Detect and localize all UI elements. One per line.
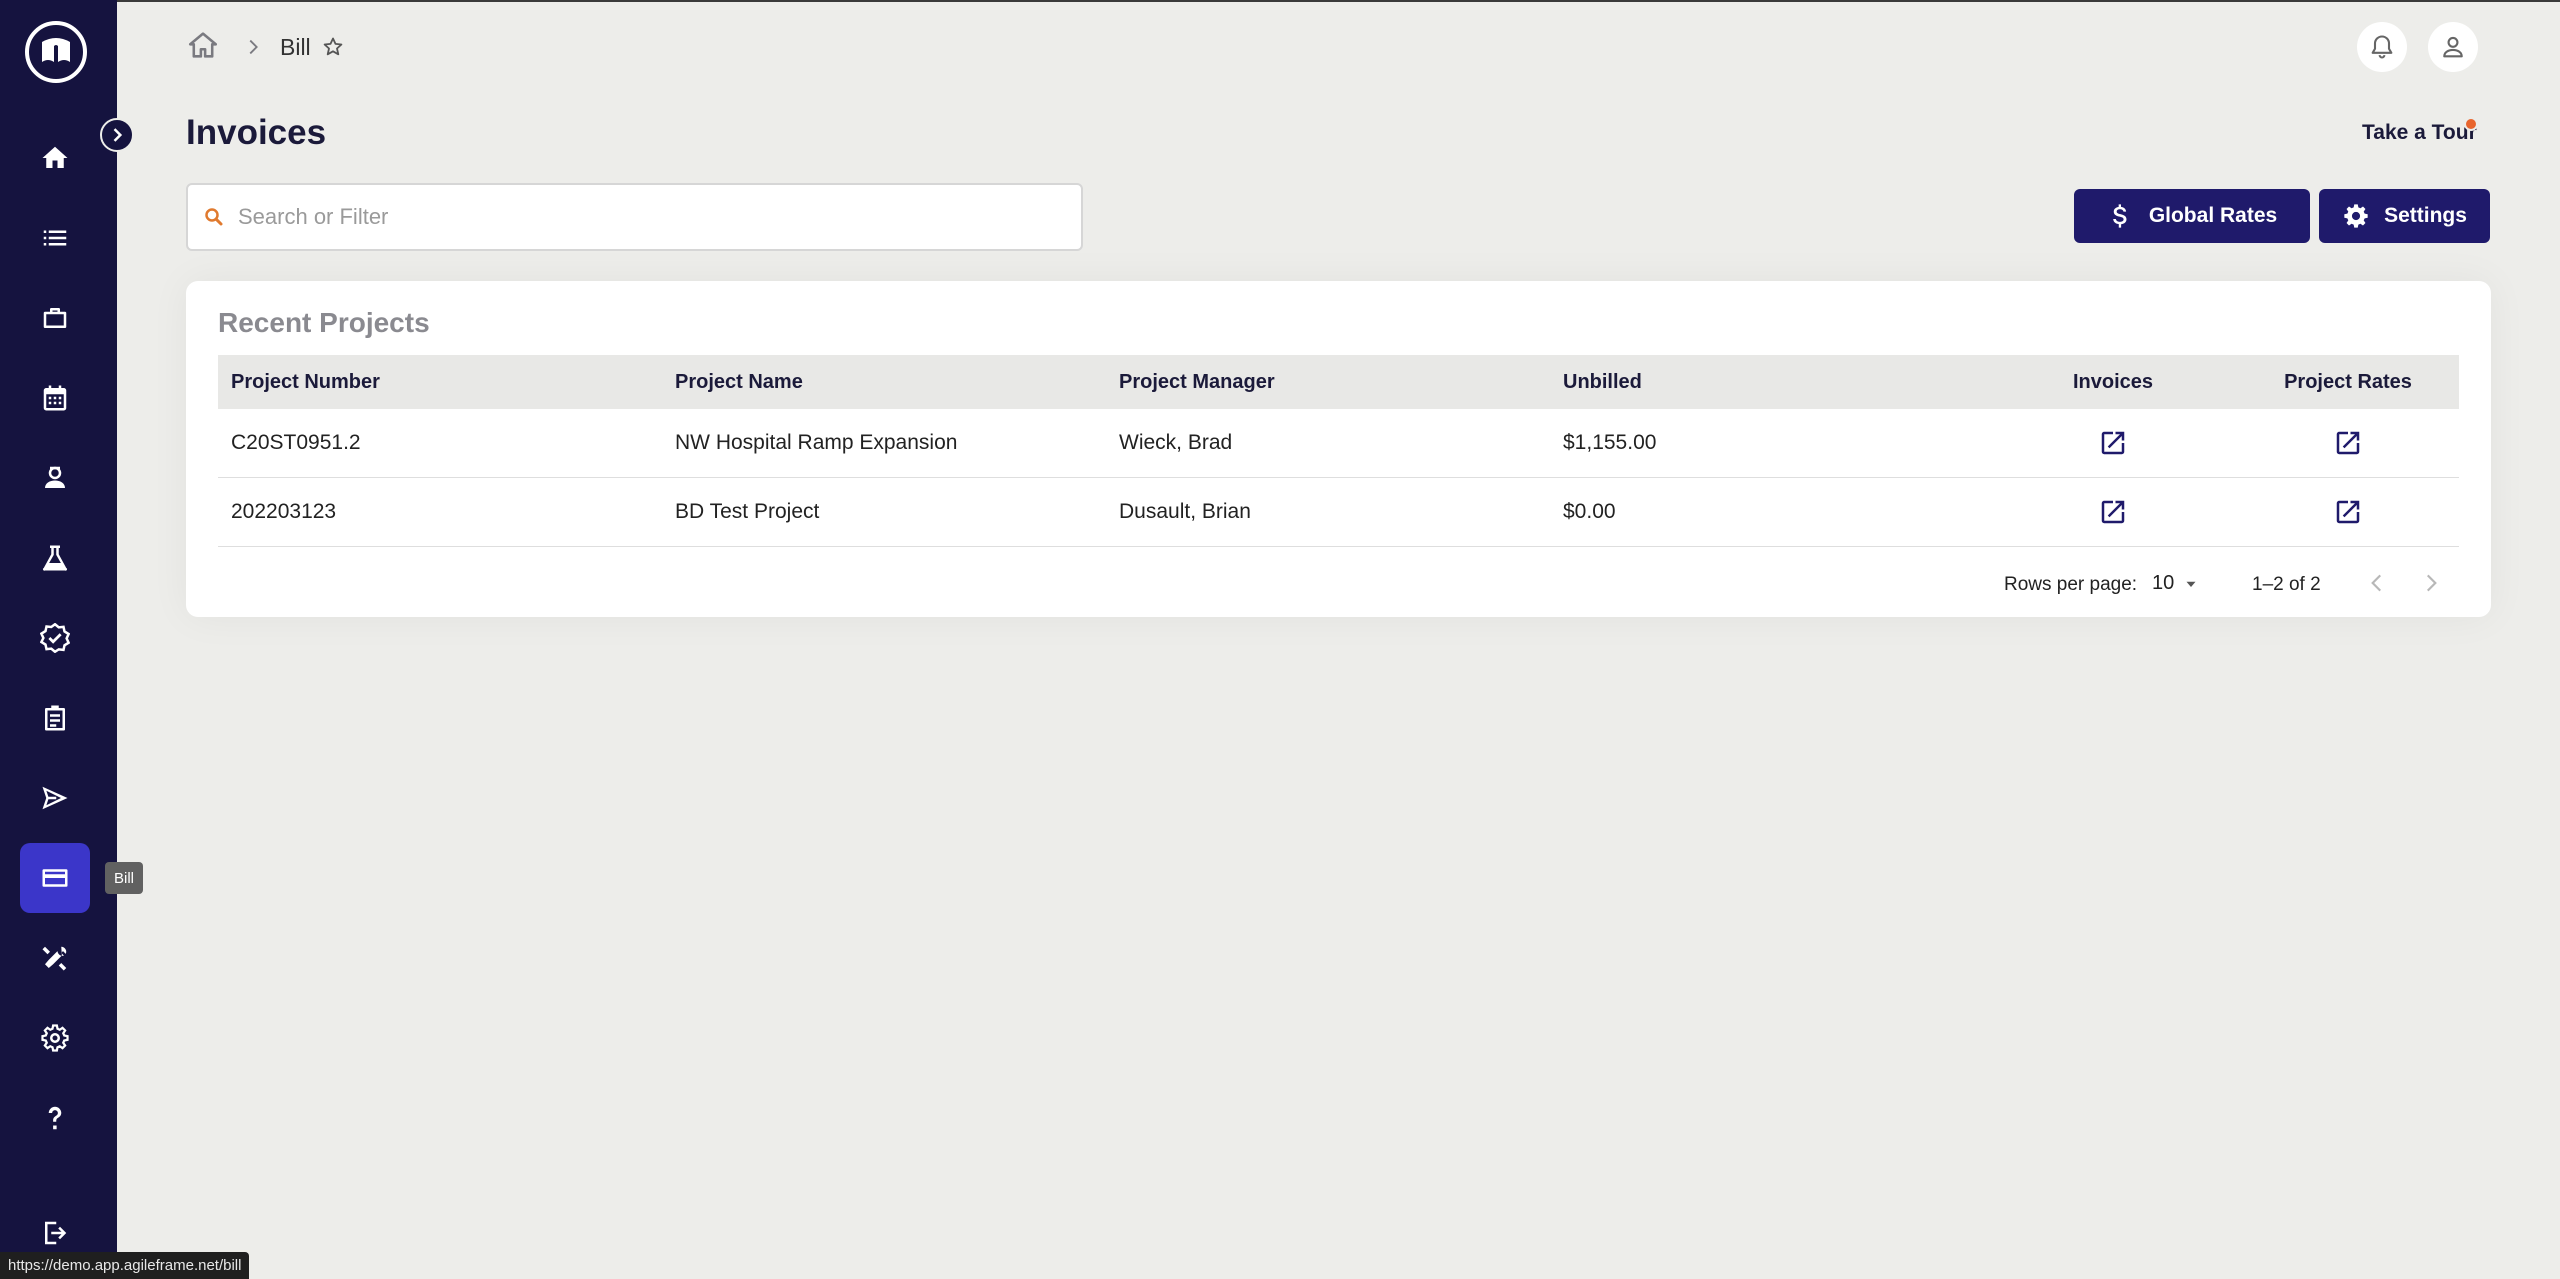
- rows-per-page-value: 10: [2152, 572, 2175, 594]
- sidebar-item-lab[interactable]: [20, 523, 90, 593]
- logout-icon: [45, 1221, 67, 1245]
- sidebar-collapse-button[interactable]: [100, 118, 134, 152]
- tour-notification-dot: [2464, 117, 2478, 131]
- home-outline-icon: [188, 31, 218, 58]
- search-icon: [205, 208, 223, 226]
- status-bar-url: https://demo.app.agileframe.net/bill: [0, 1252, 250, 1279]
- take-a-tour-link[interactable]: Take a Tour: [2362, 121, 2477, 145]
- open-project-rates-button[interactable]: [2258, 428, 2438, 458]
- gear-icon: [41, 1024, 69, 1052]
- open-in-new-icon: [2336, 431, 2360, 455]
- settings-button[interactable]: Settings: [2319, 189, 2490, 243]
- settings-label: Settings: [2384, 204, 2467, 227]
- cell-project-name: BD Test Project: [675, 500, 820, 523]
- sidebar-item-send[interactable]: [20, 763, 90, 833]
- chevron-right-icon: [113, 128, 123, 142]
- pagination-range: 1–2 of 2: [2252, 574, 2321, 595]
- sidebar-item-projects[interactable]: [20, 283, 90, 353]
- send-icon: [42, 786, 68, 810]
- rows-per-page-select[interactable]: 10: [2152, 572, 2200, 595]
- caret-down-icon: [2186, 581, 2196, 587]
- cell-unbilled: $0.00: [1563, 500, 1616, 523]
- table-row[interactable]: C20ST0951.2 NW Hospital Ramp Expansion W…: [218, 409, 2459, 478]
- cell-project-manager: Dusault, Brian: [1119, 500, 1251, 523]
- bell-icon: [2371, 35, 2393, 59]
- app-logo[interactable]: [25, 21, 87, 83]
- sidebar-item-home[interactable]: [20, 123, 90, 193]
- open-project-rates-button[interactable]: [2258, 497, 2438, 527]
- open-invoices-button[interactable]: [2038, 428, 2188, 458]
- pagination: Rows per page: 10 1–2 of 2: [186, 566, 2491, 606]
- sidebar-item-settings[interactable]: [20, 1003, 90, 1073]
- column-header-project-rates: Project Rates: [2284, 370, 2412, 393]
- sidebar-item-reports[interactable]: [20, 683, 90, 753]
- card-title: Recent Projects: [218, 307, 430, 338]
- tools-icon: [42, 946, 67, 971]
- cell-project-number: C20ST0951.2: [231, 431, 361, 454]
- sidebar: [0, 0, 117, 1279]
- favorite-button[interactable]: [321, 35, 345, 59]
- breadcrumb-separator: [242, 36, 264, 58]
- cell-project-manager: Wieck, Brad: [1119, 431, 1233, 454]
- sidebar-item-list[interactable]: [20, 203, 90, 273]
- breadcrumb-home[interactable]: [186, 28, 220, 67]
- rows-per-page-label: Rows per page:: [2004, 574, 2138, 595]
- page-title: Invoices: [186, 113, 327, 152]
- sidebar-item-bill[interactable]: [20, 843, 90, 913]
- flask-icon: [42, 545, 68, 571]
- open-in-new-icon: [2101, 500, 2125, 524]
- global-rates-label: Global Rates: [2148, 204, 2278, 227]
- open-in-new-icon: [2101, 431, 2125, 455]
- sidebar-item-help[interactable]: [20, 1083, 90, 1153]
- column-header-project-name[interactable]: Project Name: [675, 371, 803, 394]
- open-in-new-icon: [2336, 500, 2360, 524]
- user-outline-icon: [2443, 36, 2463, 58]
- briefcase-icon: [43, 308, 67, 328]
- breadcrumb-current: Bill: [280, 33, 311, 60]
- breadcrumb: Bill: [186, 28, 345, 66]
- column-header-project-number[interactable]: Project Number: [231, 371, 380, 394]
- table-row[interactable]: 202203123 BD Test Project Dusault, Brian…: [218, 478, 2459, 547]
- verified-icon: [40, 623, 70, 653]
- search-box[interactable]: [186, 183, 1083, 251]
- list-icon: [43, 230, 67, 246]
- user-badge-icon: [45, 466, 65, 488]
- window-top-border: [0, 0, 2560, 2]
- recent-projects-card: Recent Projects Project Number Project N…: [186, 281, 2491, 617]
- clipboard-icon: [45, 705, 65, 731]
- column-header-project-manager[interactable]: Project Manager: [1119, 371, 1275, 394]
- chevron-right-icon: [249, 39, 258, 55]
- help-icon: [48, 1106, 62, 1130]
- cell-unbilled: $1,155.00: [1563, 431, 1657, 454]
- table-header: Project Number Project Name Project Mana…: [218, 355, 2459, 409]
- chevron-right-icon: [2426, 574, 2437, 592]
- next-page-button[interactable]: [2418, 570, 2444, 596]
- star-outline-icon: [323, 37, 342, 56]
- sidebar-tooltip: Bill: [105, 862, 144, 894]
- home-icon: [42, 146, 68, 168]
- user-profile-button[interactable]: [2428, 22, 2478, 72]
- column-header-unbilled[interactable]: Unbilled: [1563, 371, 1642, 394]
- sidebar-item-tools[interactable]: [20, 923, 90, 993]
- dollar-icon: [2112, 204, 2127, 228]
- cell-project-name: NW Hospital Ramp Expansion: [675, 431, 958, 454]
- column-header-invoices: Invoices: [2072, 370, 2154, 393]
- notifications-button[interactable]: [2357, 22, 2407, 72]
- search-input[interactable]: [238, 204, 1058, 230]
- credit-card-icon: [42, 869, 68, 887]
- calendar-icon: [43, 385, 67, 411]
- sidebar-item-people[interactable]: [20, 443, 90, 513]
- global-rates-button[interactable]: Global Rates: [2074, 189, 2310, 243]
- cell-project-number: 202203123: [231, 500, 337, 523]
- logo-icon: [42, 38, 70, 62]
- gear-icon: [2344, 204, 2368, 228]
- open-invoices-button[interactable]: [2038, 497, 2188, 527]
- sidebar-item-approvals[interactable]: [20, 603, 90, 673]
- sidebar-item-calendar[interactable]: [20, 363, 90, 433]
- recent-projects-table: Project Number Project Name Project Mana…: [218, 355, 2459, 547]
- chevron-left-icon: [2371, 574, 2382, 592]
- previous-page-button[interactable]: [2364, 570, 2390, 596]
